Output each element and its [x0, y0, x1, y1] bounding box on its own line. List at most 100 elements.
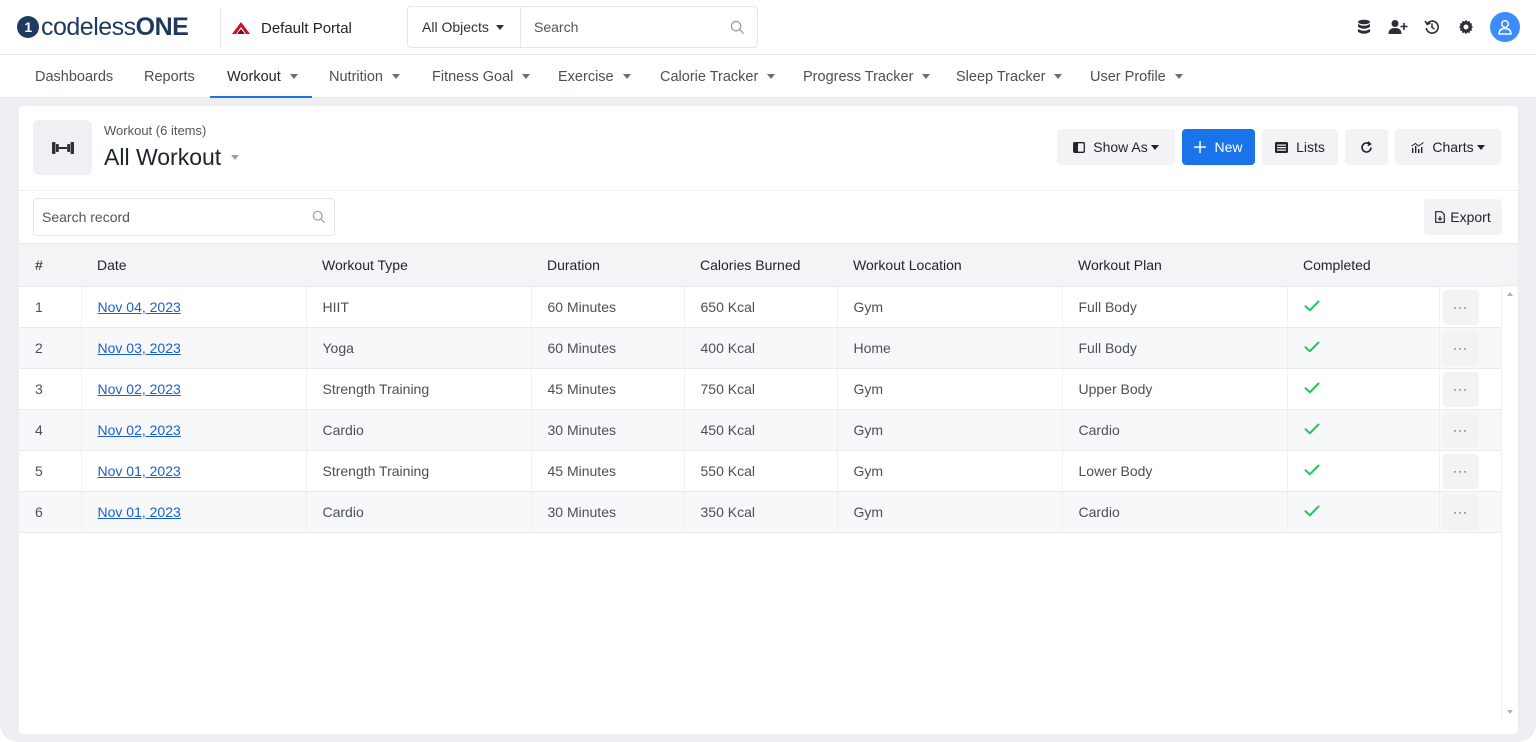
record-date-link[interactable]: Nov 02, 2023 [98, 381, 181, 397]
file-export-icon [1435, 211, 1446, 223]
caret-down-icon [1150, 144, 1159, 150]
charts-label: Charts [1432, 139, 1474, 155]
record-search-input[interactable] [34, 209, 304, 225]
record-date-link[interactable]: Nov 03, 2023 [98, 340, 181, 356]
nav-item-label: Exercise [558, 68, 614, 85]
scroll-up-icon[interactable] [1507, 292, 1513, 296]
duration-cell: 30 Minutes [530, 491, 684, 533]
table-row[interactable]: 4 Nov 02, 2023 Cardio 30 Minutes 450 Kcal Gym… [19, 409, 1501, 451]
column-header-workout-plan[interactable]: Workout Plan [1062, 243, 1287, 287]
refresh-button[interactable] [1345, 129, 1388, 165]
record-date-link[interactable]: Nov 04, 2023 [98, 299, 181, 315]
table-row[interactable]: 2 Nov 03, 2023 Yoga 60 Minutes 400 Kcal Home F… [19, 327, 1501, 369]
object-select[interactable]: All Objects [408, 7, 521, 47]
nav-item-fitness-goal[interactable]: Fitness Goal [415, 55, 547, 98]
caret-down-icon [622, 74, 631, 79]
refresh-icon [1361, 140, 1372, 153]
row-more-button[interactable]: ··· [1442, 289, 1479, 325]
table-row[interactable]: 1 Nov 04, 2023 HIIT 60 Minutes 650 Kcal Gym Fu… [19, 286, 1501, 328]
check-icon [1304, 382, 1319, 394]
divider [220, 8, 221, 48]
column-header-workout-location[interactable]: Workout Location [837, 243, 1062, 287]
date-cell: Nov 04, 2023 [80, 286, 306, 328]
history-icon[interactable] [1422, 17, 1442, 37]
nav-item-label: Calorie Tracker [660, 68, 759, 85]
new-record-button[interactable]: New [1182, 129, 1255, 165]
nav-item-label: Fitness Goal [432, 68, 514, 85]
caret-down-icon [1174, 74, 1183, 79]
check-icon [1304, 464, 1319, 476]
export-button[interactable]: Export [1424, 199, 1502, 235]
table-row[interactable]: 3 Nov 02, 2023 Strength Training 45 Minutes… [19, 368, 1501, 410]
actions-cell: ··· [1438, 450, 1501, 492]
column-header-completed[interactable]: Completed [1287, 243, 1439, 287]
record-date-link[interactable]: Nov 02, 2023 [98, 422, 181, 438]
workout-type-cell: Strength Training [305, 368, 531, 410]
search-icon[interactable] [304, 210, 334, 224]
nav-item-user-profile[interactable]: User Profile [1073, 55, 1200, 98]
table-header-filler [1501, 243, 1518, 286]
show-as-button[interactable]: Show As [1057, 129, 1175, 165]
completed-cell [1286, 409, 1439, 451]
row-more-button[interactable]: ··· [1442, 494, 1479, 530]
nav-item-workout[interactable]: Workout [210, 55, 312, 98]
global-search-input[interactable] [521, 7, 717, 47]
record-date-link[interactable]: Nov 01, 2023 [98, 504, 181, 520]
duration-cell: 45 Minutes [530, 450, 684, 492]
nav-item-reports[interactable]: Reports [127, 55, 212, 98]
actions-cell: ··· [1438, 409, 1501, 451]
add-user-icon[interactable] [1388, 17, 1408, 37]
row-more-button[interactable]: ··· [1442, 412, 1479, 448]
column-header-calories-burned[interactable]: Calories Burned [684, 243, 837, 287]
nav-item-progress-tracker[interactable]: Progress Tracker [786, 55, 947, 98]
row-more-button[interactable]: ··· [1442, 453, 1479, 489]
portal-switcher[interactable]: Default Portal [231, 16, 352, 40]
database-icon[interactable] [1354, 17, 1374, 37]
list-view-selector[interactable]: All Workout [104, 144, 240, 171]
actions-cell: ··· [1438, 368, 1501, 410]
completed-cell [1286, 368, 1439, 410]
plus-icon [1194, 141, 1207, 153]
scroll-down-icon[interactable] [1507, 710, 1513, 714]
row-number: 5 [19, 450, 81, 492]
workout-type-cell: Cardio [305, 491, 531, 533]
logo-text-bold: ONE [135, 12, 189, 41]
duration-cell: 60 Minutes [530, 327, 684, 369]
column-header-number[interactable]: # [19, 243, 81, 287]
row-more-button[interactable]: ··· [1442, 330, 1479, 366]
gear-icon[interactable] [1456, 17, 1476, 37]
row-more-button[interactable]: ··· [1442, 371, 1479, 407]
nav-item-label: Progress Tracker [803, 68, 914, 85]
column-header-workout-type[interactable]: Workout Type [306, 243, 531, 287]
nav-item-nutrition[interactable]: Nutrition [312, 55, 417, 98]
record-date-link[interactable]: Nov 01, 2023 [98, 463, 181, 479]
caret-down-icon [392, 74, 400, 79]
charts-button[interactable]: Charts [1395, 129, 1501, 165]
actions-cell: ··· [1438, 327, 1501, 369]
row-number: 3 [19, 368, 81, 410]
column-header-date[interactable]: Date [81, 243, 306, 287]
top-actions [1354, 12, 1520, 42]
nav-item-dashboards[interactable]: Dashboards [18, 55, 130, 98]
nav-item-exercise[interactable]: Exercise [541, 55, 648, 98]
caret-down-icon [231, 155, 240, 160]
column-header-duration[interactable]: Duration [531, 243, 684, 287]
duration-cell: 60 Minutes [530, 286, 684, 328]
app-logo[interactable]: 1 codeless ONE [17, 12, 189, 42]
user-avatar[interactable] [1490, 12, 1520, 42]
table-row[interactable]: 5 Nov 01, 2023 Strength Training 45 Minutes… [19, 450, 1501, 492]
new-label: New [1214, 139, 1243, 155]
table-scrollbar[interactable] [1501, 286, 1518, 720]
date-cell: Nov 03, 2023 [80, 327, 306, 369]
plan-cell: Upper Body [1061, 368, 1287, 410]
nav-item-calorie-tracker[interactable]: Calorie Tracker [643, 55, 792, 98]
location-cell: Gym [836, 286, 1062, 328]
search-icon[interactable] [717, 7, 757, 47]
lists-button[interactable]: Lists [1262, 129, 1338, 165]
check-icon [1304, 341, 1319, 353]
table-row[interactable]: 6 Nov 01, 2023 Cardio 30 Minutes 350 Kcal Gym… [19, 491, 1501, 533]
nav-item-sleep-tracker[interactable]: Sleep Tracker [939, 55, 1079, 98]
date-cell: Nov 01, 2023 [80, 450, 306, 492]
caret-down-icon [522, 74, 531, 79]
date-cell: Nov 02, 2023 [80, 409, 306, 451]
